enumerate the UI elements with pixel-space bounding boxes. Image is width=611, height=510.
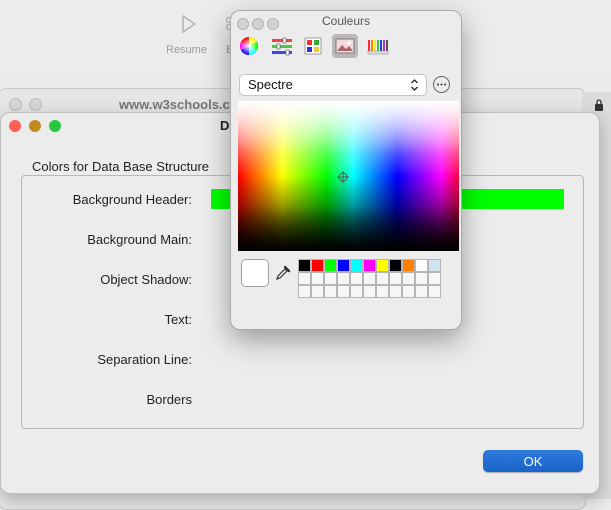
image-palettes-icon bbox=[335, 38, 355, 54]
swatch-cell[interactable] bbox=[428, 259, 441, 272]
empty-swatch-cell[interactable] bbox=[428, 285, 441, 298]
swatch-cell[interactable] bbox=[337, 259, 350, 272]
swatch-cell[interactable] bbox=[324, 259, 337, 272]
empty-swatch-cell[interactable] bbox=[402, 272, 415, 285]
ok-button-label: OK bbox=[523, 453, 543, 469]
play-icon[interactable] bbox=[180, 14, 198, 34]
panel-minimize-button[interactable] bbox=[252, 18, 264, 30]
resume-button-label[interactable]: Resume bbox=[166, 44, 207, 56]
swatch-cell[interactable] bbox=[350, 259, 363, 272]
ok-button[interactable]: OK bbox=[483, 450, 583, 472]
chevron-up-down-icon bbox=[410, 78, 419, 95]
empty-swatch-cell[interactable] bbox=[402, 285, 415, 298]
empty-swatch-cell[interactable] bbox=[350, 272, 363, 285]
empty-swatch-cell[interactable] bbox=[311, 272, 324, 285]
empty-swatch-cell[interactable] bbox=[350, 285, 363, 298]
browser-minimize-button[interactable] bbox=[29, 98, 42, 111]
empty-swatch-cell[interactable] bbox=[428, 272, 441, 285]
empty-swatch-cell[interactable] bbox=[298, 285, 311, 298]
zoom-button[interactable] bbox=[49, 120, 61, 132]
empty-swatch-cell[interactable] bbox=[298, 272, 311, 285]
swatch-cell[interactable] bbox=[415, 259, 428, 272]
empty-swatch-cell[interactable] bbox=[324, 285, 337, 298]
swatch-cell[interactable] bbox=[298, 259, 311, 272]
palettes-mode-button[interactable] bbox=[300, 34, 326, 58]
swatch-cell[interactable] bbox=[389, 259, 402, 272]
browser-close-button[interactable] bbox=[9, 98, 22, 111]
color-panel: Couleurs Spectre bbox=[230, 10, 462, 330]
dialog-title: D bbox=[220, 118, 230, 133]
group-label: Colors for Data Base Structure bbox=[32, 159, 210, 174]
color-wheel-icon bbox=[240, 37, 258, 55]
empty-swatch-cell[interactable] bbox=[376, 285, 389, 298]
palette-select[interactable]: Spectre bbox=[239, 74, 427, 96]
more-options-button[interactable] bbox=[433, 76, 450, 93]
palette-select-value: Spectre bbox=[248, 77, 293, 92]
pencils-mode-button[interactable] bbox=[364, 34, 390, 58]
swatch-cell[interactable] bbox=[363, 259, 376, 272]
background-main-label: Background Main: bbox=[87, 232, 192, 247]
empty-swatch-cell[interactable] bbox=[337, 272, 350, 285]
panel-title: Couleurs bbox=[322, 14, 371, 28]
close-button[interactable] bbox=[9, 120, 21, 132]
ellipsis-icon bbox=[437, 83, 446, 86]
empty-swatch-cell[interactable] bbox=[324, 272, 337, 285]
swatch-grid bbox=[298, 259, 442, 317]
empty-swatch-cell[interactable] bbox=[363, 272, 376, 285]
eyedropper-icon[interactable] bbox=[275, 263, 291, 281]
current-color-well[interactable] bbox=[241, 259, 269, 287]
crosshair-icon[interactable] bbox=[337, 170, 349, 183]
text-label: Text: bbox=[164, 312, 192, 327]
minimize-button[interactable] bbox=[29, 120, 41, 132]
swatch-cell[interactable] bbox=[311, 259, 324, 272]
panel-close-button[interactable] bbox=[237, 18, 249, 30]
lock-icon bbox=[594, 98, 604, 111]
empty-swatch-cell[interactable] bbox=[415, 272, 428, 285]
separation-line-label: Separation Line: bbox=[97, 352, 192, 367]
borders-label: Borders bbox=[146, 392, 192, 407]
empty-swatch-cell[interactable] bbox=[415, 285, 428, 298]
empty-swatch-cell[interactable] bbox=[363, 285, 376, 298]
empty-swatch-cell[interactable] bbox=[376, 272, 389, 285]
background-header-label: Background Header: bbox=[72, 192, 192, 207]
swatch-cell[interactable] bbox=[376, 259, 389, 272]
browser-title: www.w3schools.c bbox=[119, 97, 230, 112]
empty-swatch-cell[interactable] bbox=[311, 285, 324, 298]
sliders-icon bbox=[272, 37, 292, 56]
pencils-icon bbox=[367, 40, 389, 55]
panel-zoom-button[interactable] bbox=[267, 18, 279, 30]
empty-swatch-cell[interactable] bbox=[337, 285, 350, 298]
swatch-cell[interactable] bbox=[402, 259, 415, 272]
empty-swatch-cell[interactable] bbox=[389, 285, 402, 298]
image-palettes-mode-button[interactable] bbox=[332, 34, 358, 58]
sliders-mode-button[interactable] bbox=[268, 34, 294, 58]
palettes-icon bbox=[304, 37, 322, 55]
empty-swatch-cell[interactable] bbox=[389, 272, 402, 285]
color-wheel-mode-button[interactable] bbox=[236, 34, 262, 58]
object-shadow-label: Object Shadow: bbox=[100, 272, 192, 287]
